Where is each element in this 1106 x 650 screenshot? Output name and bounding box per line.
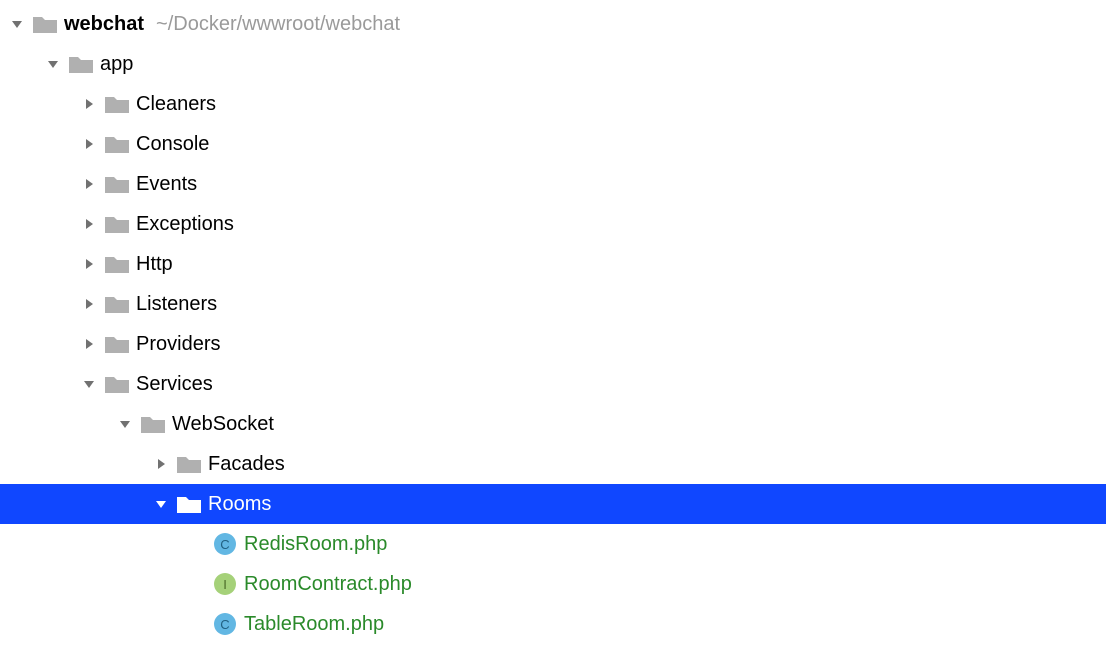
folder-icon [104, 373, 130, 395]
chevron-right-icon[interactable] [80, 95, 98, 113]
folder-icon [104, 213, 130, 235]
chevron-right-icon[interactable] [80, 215, 98, 233]
tree-label: Rooms [208, 494, 271, 514]
tree-row-rooms[interactable]: Rooms [0, 484, 1106, 524]
tree-label: app [100, 54, 133, 74]
tree-label: RedisRoom.php [244, 534, 387, 554]
tree-row-file-redisroom[interactable]: C RedisRoom.php [0, 524, 1106, 564]
tree-label: Facades [208, 454, 285, 474]
chevron-down-icon[interactable] [44, 55, 62, 73]
folder-icon [104, 173, 130, 195]
tree-label: Exceptions [136, 214, 234, 234]
tree-row-console[interactable]: Console [0, 124, 1106, 164]
tree-label-root: webchat [64, 14, 144, 34]
chevron-right-icon[interactable] [80, 135, 98, 153]
chevron-down-icon[interactable] [152, 495, 170, 513]
chevron-right-icon[interactable] [80, 295, 98, 313]
tree-label: Http [136, 254, 173, 274]
folder-icon [104, 333, 130, 355]
php-class-icon: C [214, 613, 236, 635]
tree-row-cleaners[interactable]: Cleaners [0, 84, 1106, 124]
chevron-down-icon[interactable] [116, 415, 134, 433]
tree-row-providers[interactable]: Providers [0, 324, 1106, 364]
tree-row-root[interactable]: webchat ~/Docker/wwwroot/webchat [0, 4, 1106, 44]
chevron-down-icon[interactable] [80, 375, 98, 393]
tree-row-file-tableroom[interactable]: C TableRoom.php [0, 604, 1106, 644]
project-tree: webchat ~/Docker/wwwroot/webchat app Cle… [0, 0, 1106, 644]
tree-label: Events [136, 174, 197, 194]
folder-icon [176, 453, 202, 475]
chevron-right-icon[interactable] [80, 175, 98, 193]
tree-row-websocket[interactable]: WebSocket [0, 404, 1106, 444]
folder-icon [104, 93, 130, 115]
tree-row-facades[interactable]: Facades [0, 444, 1106, 484]
php-class-icon: C [214, 533, 236, 555]
tree-label: WebSocket [172, 414, 274, 434]
tree-label: RoomContract.php [244, 574, 412, 594]
tree-row-app[interactable]: app [0, 44, 1106, 84]
tree-root-path: ~/Docker/wwwroot/webchat [156, 13, 400, 36]
chevron-down-icon[interactable] [8, 15, 26, 33]
tree-label: Providers [136, 334, 220, 354]
chevron-right-icon[interactable] [152, 455, 170, 473]
tree-row-listeners[interactable]: Listeners [0, 284, 1106, 324]
folder-icon [176, 493, 202, 515]
tree-label: Cleaners [136, 94, 216, 114]
tree-row-exceptions[interactable]: Exceptions [0, 204, 1106, 244]
tree-label: Services [136, 374, 213, 394]
tree-row-file-roomcontract[interactable]: I RoomContract.php [0, 564, 1106, 604]
tree-row-events[interactable]: Events [0, 164, 1106, 204]
folder-icon [68, 53, 94, 75]
tree-row-http[interactable]: Http [0, 244, 1106, 284]
tree-label: TableRoom.php [244, 614, 384, 634]
chevron-right-icon[interactable] [80, 335, 98, 353]
folder-icon [104, 253, 130, 275]
folder-icon [104, 293, 130, 315]
folder-icon [104, 133, 130, 155]
folder-icon [140, 413, 166, 435]
php-interface-icon: I [214, 573, 236, 595]
tree-label: Listeners [136, 294, 217, 314]
tree-label: Console [136, 134, 209, 154]
chevron-right-icon[interactable] [80, 255, 98, 273]
folder-icon [32, 13, 58, 35]
tree-row-services[interactable]: Services [0, 364, 1106, 404]
